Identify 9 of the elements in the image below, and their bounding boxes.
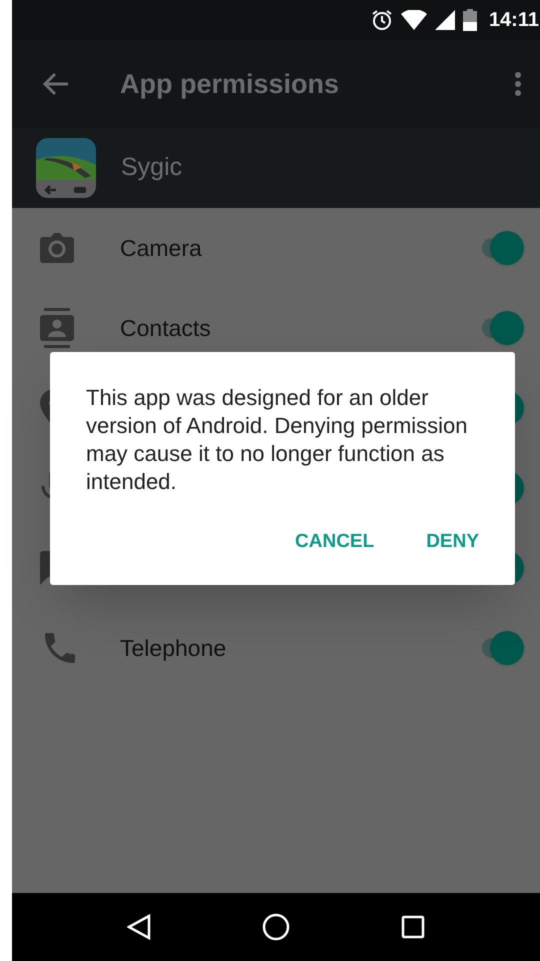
status-time: 14:11 [488, 8, 539, 33]
permission-label: Contacts [120, 314, 211, 343]
permission-label: Camera [120, 234, 202, 263]
dialog-button[interactable]: DENY [410, 518, 495, 566]
dialog-message: This app was designed for an older version of Android. Denying permission may cause it to no longer function as intended. [86, 384, 469, 496]
permission-label: Telephone [120, 634, 226, 663]
dialog-button[interactable]: CANCEL [279, 518, 390, 566]
app-bar-title: App permissions [120, 68, 340, 101]
app-name: Sygic [121, 152, 182, 184]
